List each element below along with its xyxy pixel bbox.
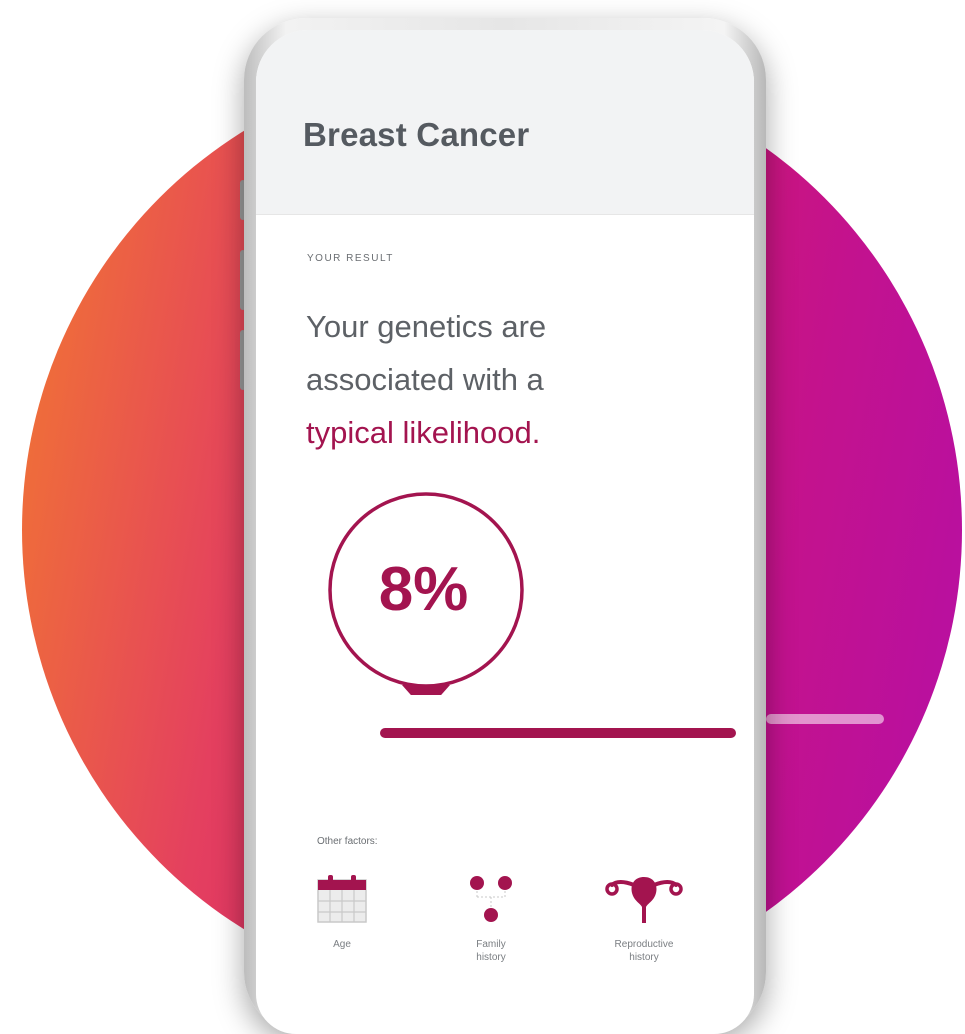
percentage-value: 8% [378,555,469,624]
phone-screen: Breast Cancer YOUR RESULT Your genetics … [256,30,754,1034]
factor-age-label: Age [333,939,351,950]
result-statement: Your genetics are associated with a typi… [306,300,726,459]
factor-family-label-line2: history [476,952,506,963]
factor-reproductive-history[interactable]: Reproductive history [574,870,714,964]
likelihood-track-extension [766,714,884,724]
uterus-icon [605,877,683,923]
result-label: YOUR RESULT [307,253,394,264]
calendar-icon [317,875,367,923]
result-highlight: typical likelihood. [306,415,541,450]
factor-reproductive-label-line1: Reproductive [614,939,674,950]
result-line-2: associated with a [306,362,544,397]
family-dots-icon [470,876,512,922]
factor-reproductive-label-line2: history [629,952,659,963]
phone-frame: Breast Cancer YOUR RESULT Your genetics … [244,18,766,1034]
likelihood-track [380,728,736,738]
report-header: Breast Cancer [256,30,754,215]
factor-family-history[interactable]: Family history [421,870,561,964]
likelihood-gauge: 8% [316,490,736,750]
report-title: Breast Cancer [303,116,530,153]
other-factors-label: Other factors: [317,836,378,847]
factor-family-label-line1: Family [476,939,506,950]
factor-age[interactable]: Age [272,870,412,951]
result-line-1: Your genetics are [306,309,547,344]
